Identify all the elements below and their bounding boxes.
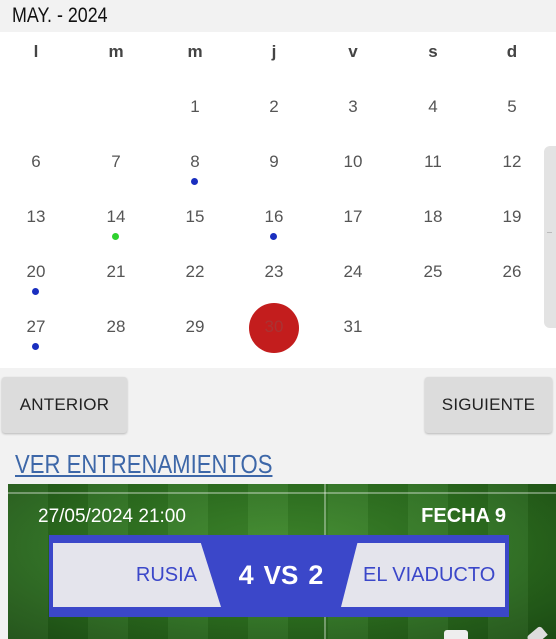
weekday-header: m: [187, 42, 203, 61]
calendar-day[interactable]: 19: [482, 207, 542, 227]
event-dot: [270, 233, 277, 240]
calendar-day[interactable]: 4: [403, 97, 463, 117]
calendar-day[interactable]: 7: [86, 152, 146, 172]
weekday-header: d: [506, 42, 518, 61]
calendar-day[interactable]: 23: [244, 262, 304, 282]
calendar-day[interactable]: 29: [165, 317, 225, 337]
trash-icon[interactable]: [444, 630, 468, 639]
event-dot: [32, 343, 39, 350]
weekday-header: l: [33, 42, 39, 61]
calendar-day[interactable]: 10: [323, 152, 383, 172]
event-dot: [191, 178, 198, 185]
calendar-day[interactable]: 8: [165, 152, 225, 172]
match-round: FECHA 9: [421, 505, 506, 527]
calendar-day[interactable]: 1: [165, 97, 225, 117]
calendar-day[interactable]: 17: [323, 207, 383, 227]
match-card[interactable]: 27/05/2024 21:00 FECHA 9 RUSIA 4 VS 2 EL…: [8, 484, 556, 639]
calendar-day[interactable]: 5: [482, 97, 542, 117]
calendar-day[interactable]: 15: [165, 207, 225, 227]
away-team-name: EL VIADUCTO: [341, 543, 505, 607]
calendar-day[interactable]: 12: [482, 152, 542, 172]
next-button[interactable]: SIGUIENTE: [425, 377, 552, 433]
calendar-scrollbar[interactable]: [544, 146, 556, 328]
calendar-day[interactable]: 6: [6, 152, 66, 172]
weekday-header: j: [271, 42, 277, 61]
field-line: [8, 492, 556, 494]
score-bar: RUSIA 4 VS 2 EL VIADUCTO: [49, 535, 509, 617]
event-dot: [32, 288, 39, 295]
calendar-day[interactable]: 21: [86, 262, 146, 282]
calendar-day[interactable]: 27: [6, 317, 66, 337]
calendar-day[interactable]: 25: [403, 262, 463, 282]
calendar-day[interactable]: 24: [323, 262, 383, 282]
calendar-day[interactable]: 11: [403, 152, 463, 172]
match-datetime: 27/05/2024 21:00: [38, 506, 186, 527]
calendar-day[interactable]: 9: [244, 152, 304, 172]
scroll-grip: [547, 232, 552, 233]
vs-label: VS: [263, 559, 299, 590]
calendar-day[interactable]: 22: [165, 262, 225, 282]
calendar-grid: l m m j v s d 1 2 3 4 5 6 7 8 9 10 11 12 13 14 15 16 17 18 19 20 21…: [0, 32, 556, 368]
calendar-day[interactable]: 3: [323, 97, 383, 117]
weekday-header: m: [108, 42, 124, 61]
calendar-day[interactable]: 26: [482, 262, 542, 282]
home-score: 4: [238, 559, 254, 590]
edit-icon[interactable]: [526, 625, 548, 639]
calendar-day-today[interactable]: 30: [244, 317, 304, 337]
view-trainings-link[interactable]: VER ENTRENAMIENTOS: [15, 449, 272, 480]
event-dot: [112, 233, 119, 240]
calendar-day[interactable]: 2: [244, 97, 304, 117]
calendar-day[interactable]: 16: [244, 207, 304, 227]
month-title: MAY. - 2024: [12, 4, 108, 27]
weekday-header: v: [348, 42, 358, 61]
calendar-day[interactable]: 13: [6, 207, 66, 227]
calendar-day[interactable]: 20: [6, 262, 66, 282]
calendar-day[interactable]: 31: [323, 317, 383, 337]
weekday-header: s: [428, 42, 438, 61]
away-score: 2: [308, 559, 324, 590]
previous-button[interactable]: ANTERIOR: [2, 377, 127, 433]
calendar-day[interactable]: 18: [403, 207, 463, 227]
score-display: 4 VS 2: [221, 543, 341, 607]
calendar-day[interactable]: 14: [86, 207, 146, 227]
home-team-name: RUSIA: [53, 543, 221, 607]
calendar-day[interactable]: 28: [86, 317, 146, 337]
